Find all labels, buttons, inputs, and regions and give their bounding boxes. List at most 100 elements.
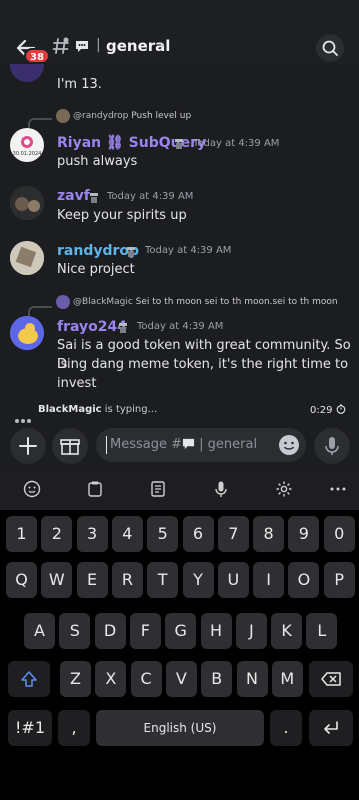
settings-gear-icon[interactable] — [275, 480, 293, 498]
avatar[interactable]: 30.01.2024 — [10, 128, 44, 162]
placeholder-channel: | general — [195, 437, 258, 452]
message-author[interactable]: zavf — [57, 188, 90, 204]
key-w[interactable]: W — [41, 562, 73, 598]
reply-author: @randydrop — [73, 111, 129, 121]
search-button[interactable] — [316, 34, 344, 62]
add-attachment-button[interactable] — [10, 428, 46, 464]
key-g[interactable]: G — [165, 613, 197, 649]
key-n[interactable]: N — [236, 661, 268, 697]
role-icon — [175, 139, 183, 149]
key-r[interactable]: R — [111, 562, 143, 598]
key-0[interactable]: 0 — [323, 516, 355, 552]
placeholder-prefix: Message # — [110, 437, 183, 452]
key-p[interactable]: P — [323, 562, 355, 598]
key-s[interactable]: S — [59, 613, 91, 649]
clipboard-icon[interactable] — [86, 480, 104, 498]
unread-badge: 38 — [24, 48, 50, 64]
keyboard-toolbar — [0, 470, 359, 510]
key-i[interactable]: I — [253, 562, 285, 598]
voice-input-icon[interactable] — [212, 480, 230, 498]
key-y[interactable]: Y — [182, 562, 214, 598]
voice-message-button[interactable] — [314, 428, 350, 464]
symbols-key[interactable]: !#1 — [8, 710, 52, 746]
key-f[interactable]: F — [129, 613, 161, 649]
space-key[interactable]: English (US) — [96, 710, 264, 746]
shift-key[interactable] — [8, 661, 50, 697]
key-b[interactable]: B — [201, 661, 233, 697]
typing-dots-icon — [15, 408, 33, 427]
key-q[interactable]: Q — [6, 562, 37, 598]
avatar-image — [10, 241, 44, 275]
emoji-keyboard-icon[interactable] — [23, 480, 41, 498]
message-text-line: Ding dang meme token, it's the right tim… — [57, 357, 349, 372]
reply-preview[interactable]: @BlackMagic Sei to th moon sei to th moo… — [73, 297, 338, 307]
message-input[interactable]: Message # | general — [96, 428, 306, 462]
period-key[interactable]: . — [270, 710, 302, 746]
backspace-key[interactable] — [309, 661, 353, 697]
channel-hash-icon — [52, 37, 69, 54]
message-list[interactable]: I'm 13. @randydrop Push level up 30.01.2… — [0, 64, 359, 394]
on-screen-keyboard — [0, 510, 359, 800]
emoji-icon[interactable] — [278, 434, 300, 456]
reply-text: Sei to th moon sei to th moon.sei to th … — [135, 297, 338, 307]
key-h[interactable]: H — [200, 613, 232, 649]
key-9[interactable]: 9 — [288, 516, 320, 552]
key-4[interactable]: 4 — [111, 516, 143, 552]
key-c[interactable]: C — [130, 661, 162, 697]
key-7[interactable]: 7 — [217, 516, 249, 552]
search-icon — [322, 40, 338, 56]
plus-icon — [19, 437, 37, 455]
key-1[interactable]: 1 — [6, 516, 37, 552]
key-8[interactable]: 8 — [253, 516, 285, 552]
key-t[interactable]: T — [147, 562, 179, 598]
reply-text: Push level up — [131, 111, 192, 121]
avatar[interactable] — [10, 186, 44, 220]
key-2[interactable]: 2 — [41, 516, 73, 552]
avatar-image — [10, 186, 44, 220]
message-timestamp: Today at 4:39 AM — [193, 138, 280, 149]
key-u[interactable]: U — [217, 562, 249, 598]
reply-author: @BlackMagic — [73, 297, 133, 307]
microphone-icon — [325, 437, 339, 455]
timer-icon — [336, 404, 346, 414]
avatar[interactable] — [10, 64, 44, 82]
key-z[interactable]: Z — [60, 661, 91, 697]
slowmode-timer: 0:29 — [310, 404, 346, 416]
input-placeholder: Message # | general — [110, 437, 257, 452]
channel-header: 38 | general › — [0, 0, 359, 64]
message-text: Nice project — [57, 262, 135, 277]
key-j[interactable]: J — [235, 613, 267, 649]
notes-icon[interactable] — [149, 480, 167, 498]
key-o[interactable]: O — [288, 562, 320, 598]
key-5[interactable]: 5 — [147, 516, 179, 552]
key-e[interactable]: E — [76, 562, 108, 598]
key-6[interactable]: 6 — [182, 516, 214, 552]
key-a[interactable]: A — [24, 613, 55, 649]
message-text: push always — [57, 154, 138, 169]
avatar[interactable] — [10, 316, 44, 350]
reply-avatar — [56, 109, 70, 123]
role-icon — [119, 323, 127, 333]
typing-indicator: BlackMagic is typing... — [38, 404, 157, 415]
key-x[interactable]: X — [95, 661, 127, 697]
key-v[interactable]: V — [165, 661, 197, 697]
role-icon — [90, 193, 98, 203]
message-text: I'm 13. — [57, 77, 102, 92]
gift-button[interactable] — [52, 428, 88, 464]
timer-value: 0:29 — [310, 405, 333, 416]
avatar[interactable] — [10, 241, 44, 275]
key-3[interactable]: 3 — [76, 516, 108, 552]
reply-preview[interactable]: @randydrop Push level up — [73, 111, 191, 121]
message-text-line: invest — [57, 376, 97, 391]
typing-user: BlackMagic — [38, 404, 102, 415]
key-m[interactable]: M — [271, 661, 303, 697]
text-cursor — [106, 436, 107, 454]
more-options-icon[interactable] — [329, 480, 347, 498]
enter-key[interactable] — [309, 710, 353, 746]
chevron-right-icon[interactable]: › — [160, 38, 165, 53]
key-k[interactable]: K — [271, 613, 303, 649]
key-l[interactable]: L — [306, 613, 338, 649]
comma-key[interactable]: , — [58, 710, 90, 746]
key-d[interactable]: D — [94, 613, 126, 649]
header-separator: | — [96, 37, 101, 53]
